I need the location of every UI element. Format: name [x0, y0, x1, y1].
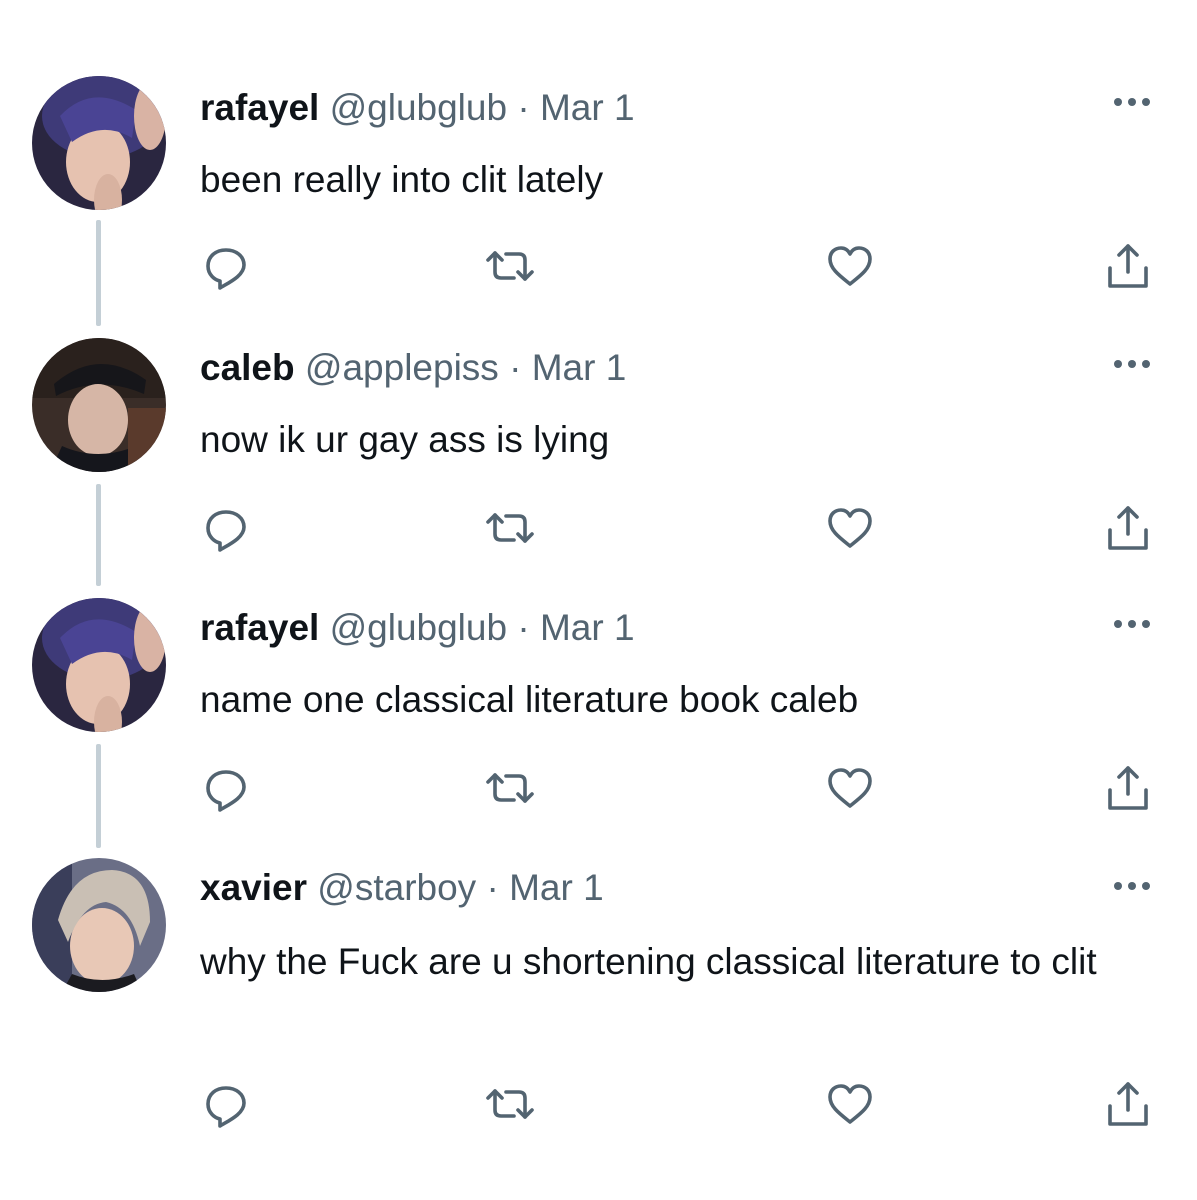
display-name[interactable]: rafayel: [200, 87, 319, 128]
thread-connector: [96, 220, 101, 326]
share-icon[interactable]: [1100, 500, 1156, 556]
separator: ·: [509, 347, 522, 388]
avatar-caleb-image: [32, 338, 166, 472]
more-icon[interactable]: [1110, 878, 1154, 894]
avatar[interactable]: [32, 598, 166, 732]
tweet-text: been really into clit lately: [200, 159, 604, 200]
reply-icon[interactable]: [198, 238, 254, 294]
tweet-date[interactable]: Mar 1: [509, 867, 604, 908]
heart-icon[interactable]: [822, 760, 878, 816]
display-name[interactable]: xavier: [200, 867, 307, 908]
avatar[interactable]: [32, 338, 166, 472]
tweet-thread: rafayel @glubglub · Mar 1 been really in…: [0, 0, 1197, 1200]
more-icon[interactable]: [1110, 356, 1154, 372]
avatar-rafayel-image: [32, 598, 166, 732]
retweet-icon[interactable]: [482, 500, 538, 556]
tweet-date[interactable]: Mar 1: [540, 87, 635, 128]
tweet[interactable]: rafayel @glubglub · Mar 1 been really in…: [0, 0, 1197, 330]
separator: ·: [486, 867, 499, 908]
user-handle[interactable]: @glubglub: [330, 607, 507, 648]
tweet-text: now ik ur gay ass is lying: [200, 419, 610, 460]
heart-icon[interactable]: [822, 500, 878, 556]
thread-connector: [96, 744, 101, 848]
separator: ·: [517, 607, 530, 648]
display-name[interactable]: caleb: [200, 347, 295, 388]
separator: ·: [517, 87, 530, 128]
thread-connector: [96, 484, 101, 586]
heart-icon[interactable]: [822, 1076, 878, 1132]
share-icon[interactable]: [1100, 1076, 1156, 1132]
avatar[interactable]: [32, 858, 166, 992]
more-icon[interactable]: [1110, 616, 1154, 632]
avatar-xavier-image: [32, 858, 166, 992]
reply-icon[interactable]: [198, 760, 254, 816]
tweet-header: rafayel @glubglub · Mar 1: [200, 86, 635, 130]
avatar[interactable]: [32, 76, 166, 210]
reply-icon[interactable]: [198, 500, 254, 556]
tweet-header: xavier @starboy · Mar 1: [200, 866, 604, 910]
user-handle[interactable]: @starboy: [317, 867, 476, 908]
more-icon[interactable]: [1110, 94, 1154, 110]
heart-icon[interactable]: [822, 238, 878, 294]
tweet-text: why the Fuck are u shortening classical …: [200, 941, 1097, 982]
tweet-text: name one classical literature book caleb: [200, 679, 859, 720]
tweet-header: caleb @applepiss · Mar 1: [200, 346, 626, 390]
user-handle[interactable]: @applepiss: [305, 347, 499, 388]
retweet-icon[interactable]: [482, 1076, 538, 1132]
share-icon[interactable]: [1100, 760, 1156, 816]
retweet-icon[interactable]: [482, 760, 538, 816]
tweet-header: rafayel @glubglub · Mar 1: [200, 606, 635, 650]
tweet-date[interactable]: Mar 1: [532, 347, 627, 388]
retweet-icon[interactable]: [482, 238, 538, 294]
reply-icon[interactable]: [198, 1076, 254, 1132]
share-icon[interactable]: [1100, 238, 1156, 294]
user-handle[interactable]: @glubglub: [330, 87, 507, 128]
tweet-date[interactable]: Mar 1: [540, 607, 635, 648]
avatar-rafayel-image: [32, 76, 166, 210]
display-name[interactable]: rafayel: [200, 607, 319, 648]
